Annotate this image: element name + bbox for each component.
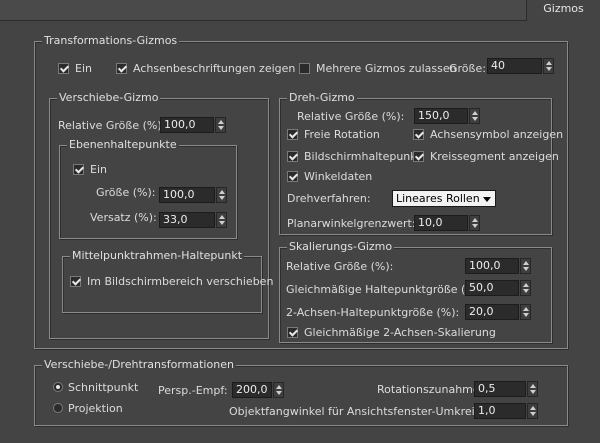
- screen-space-move-label: Im Bildschirmbereich verschieben: [87, 275, 274, 288]
- rotate-rel-size-label: Relative Größe (%):: [297, 110, 405, 123]
- spinner-arrows-icon[interactable]: [469, 215, 480, 231]
- gizmo-size-input[interactable]: 40: [487, 58, 542, 74]
- screen-handle-label: Bildschirmhaltepunkt: [304, 150, 421, 163]
- plane-size-spinner[interactable]: 100,0: [159, 187, 227, 203]
- twoaxis-uniform-scale-checkbox[interactable]: [287, 327, 298, 338]
- twoaxis-handle-size-spinner[interactable]: 20,0: [465, 304, 531, 320]
- gizmo-size-spinner[interactable]: 40: [487, 58, 554, 74]
- scale-rel-size-spinner[interactable]: 100,0: [465, 258, 531, 274]
- move-rotate-transforms-title: Verschiebe-/Drehtransformationen: [42, 358, 236, 372]
- scale-rel-size-label: Relative Größe (%):: [286, 260, 394, 273]
- move-rel-size-input[interactable]: 100,0: [160, 117, 214, 133]
- persp-sensitivity-label: Persp.-Empf:: [158, 384, 228, 397]
- rotation-increment-spinner[interactable]: 0,5: [474, 381, 538, 397]
- orbit-snap-angle-input[interactable]: 1,0: [474, 403, 526, 419]
- uniform-handle-size-label: Gleichmäßige Haltepunktgröße (%) :: [286, 283, 488, 296]
- multi-gizmos-label: Mehrere Gizmos zulassen: [316, 62, 457, 75]
- spinner-arrows-icon[interactable]: [527, 381, 538, 397]
- axis-symbol-checkbox[interactable]: [413, 129, 424, 140]
- orbit-snap-angle-spinner[interactable]: 1,0: [474, 403, 538, 419]
- gizmos-preferences-panel: Gizmos Transformations-Gizmos Ein Achsen…: [0, 0, 600, 443]
- chevron-down-icon: [483, 197, 491, 202]
- plane-size-input[interactable]: 100,0: [159, 187, 215, 203]
- planar-angle-spinner[interactable]: 10,0: [414, 215, 480, 231]
- uniform-handle-size-input[interactable]: 50,0: [465, 280, 519, 296]
- intersection-label: Schnittpunkt: [68, 381, 139, 394]
- move-gizmo-title: Verschiebe-Gizmo: [57, 91, 161, 105]
- scale-gizmo-title: Skalierungs-Gizmo: [287, 240, 395, 254]
- circle-segment-label: Kreissegment anzeigen: [430, 150, 559, 163]
- persp-sensitivity-spinner[interactable]: 200,0: [232, 382, 284, 398]
- plane-on-label: Ein: [90, 163, 107, 176]
- spinner-arrows-icon[interactable]: [216, 187, 227, 203]
- rotation-method-value: Lineares Rollen: [396, 192, 480, 205]
- plane-offset-label: Versatz (%):: [90, 211, 157, 224]
- transform-gizmos-title: Transformations-Gizmos: [42, 34, 180, 48]
- uniform-handle-size-spinner[interactable]: 50,0: [465, 280, 531, 296]
- free-rotation-label: Freie Rotation: [304, 128, 380, 141]
- move-rel-size-label: Relative Größe (%):: [58, 119, 166, 132]
- spinner-arrows-icon[interactable]: [469, 108, 480, 124]
- tab-strip-divider: [0, 20, 526, 21]
- spinner-arrows-icon[interactable]: [520, 258, 531, 274]
- screen-space-move-checkbox[interactable]: [70, 276, 81, 287]
- persp-sensitivity-input[interactable]: 200,0: [232, 382, 272, 398]
- spinner-arrows-icon[interactable]: [216, 212, 227, 228]
- center-handle-title: Mittelpunktrahmen-Haltepunkt: [70, 249, 245, 263]
- gizmo-on-checkbox[interactable]: [58, 63, 69, 74]
- projection-radio[interactable]: [53, 403, 63, 413]
- axis-labels-label: Achsenbeschriftungen zeigen: [133, 62, 296, 75]
- rotate-gizmo-title: Dreh-Gizmo: [287, 91, 357, 105]
- screen-handle-checkbox[interactable]: [287, 151, 298, 162]
- plane-handles-title: Ebenenhaltepunkte: [67, 138, 179, 152]
- plane-on-checkbox[interactable]: [73, 164, 84, 175]
- twoaxis-uniform-scale-label: Gleichmäßige 2-Achsen-Skalierung: [304, 326, 496, 339]
- spinner-arrows-icon[interactable]: [520, 280, 531, 296]
- gizmo-on-label: Ein: [75, 62, 92, 75]
- rotate-rel-size-spinner[interactable]: 150,0: [414, 108, 480, 124]
- rotation-method-dropdown[interactable]: Lineares Rollen: [392, 190, 496, 207]
- twoaxis-handle-size-label: 2-Achsen-Haltepunktgröße (%):: [286, 306, 460, 319]
- rotate-rel-size-input[interactable]: 150,0: [414, 108, 468, 124]
- scale-rel-size-input[interactable]: 100,0: [465, 258, 519, 274]
- free-rotation-checkbox[interactable]: [287, 129, 298, 140]
- tab-strip: [0, 0, 600, 21]
- multi-gizmos-checkbox[interactable]: [299, 63, 310, 74]
- tab-gizmos[interactable]: Gizmos: [526, 0, 600, 21]
- spinner-arrows-icon[interactable]: [520, 304, 531, 320]
- planar-angle-label: Planarwinkelgrenzwert:: [287, 217, 416, 230]
- angle-data-checkbox[interactable]: [287, 171, 298, 182]
- twoaxis-handle-size-input[interactable]: 20,0: [465, 304, 519, 320]
- spinner-arrows-icon[interactable]: [273, 382, 284, 398]
- rotation-increment-label: Rotationszunahme:: [377, 383, 484, 396]
- projection-label: Projektion: [68, 402, 123, 415]
- gizmo-size-label: Größe:: [449, 62, 486, 75]
- spinner-arrows-icon[interactable]: [527, 403, 538, 419]
- axis-symbol-label: Achsensymbol anzeigen: [430, 128, 564, 141]
- plane-offset-spinner[interactable]: 33,0: [159, 212, 227, 228]
- angle-data-label: Winkeldaten: [304, 170, 373, 183]
- intersection-radio[interactable]: [53, 382, 63, 392]
- rotation-method-label: Drehverfahren:: [287, 192, 371, 205]
- planar-angle-input[interactable]: 10,0: [414, 215, 468, 231]
- axis-labels-checkbox[interactable]: [116, 63, 127, 74]
- move-rel-size-spinner[interactable]: 100,0: [160, 117, 226, 133]
- circle-segment-checkbox[interactable]: [413, 151, 424, 162]
- plane-size-label: Größe (%):: [96, 186, 156, 199]
- orbit-snap-angle-label: Objektfangwinkel für Ansichtsfenster-Umk…: [229, 405, 506, 418]
- spinner-arrows-icon[interactable]: [543, 58, 554, 74]
- spinner-arrows-icon[interactable]: [215, 117, 226, 133]
- rotation-increment-input[interactable]: 0,5: [474, 381, 526, 397]
- plane-offset-input[interactable]: 33,0: [159, 212, 215, 228]
